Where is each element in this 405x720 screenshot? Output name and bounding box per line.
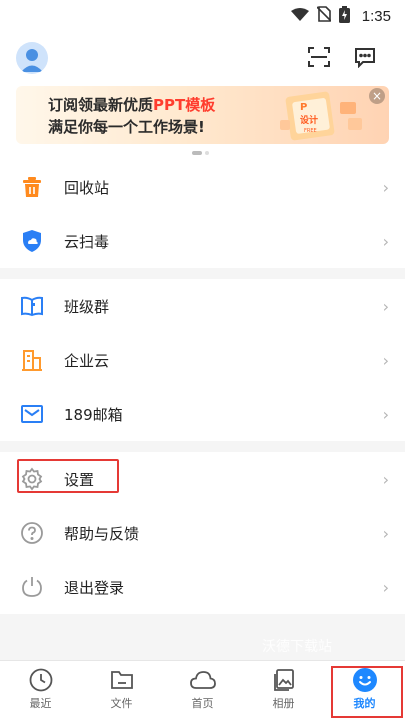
- svg-text:FREE: FREE: [304, 128, 317, 134]
- chevron-right-icon: ›: [382, 350, 389, 370]
- battery-icon: [338, 5, 350, 27]
- chevron-right-icon: ›: [382, 231, 389, 251]
- banner-section: 订阅领最新优质PPT模板 满足你每一个工作场景! P 设计 FREE ×: [0, 84, 405, 160]
- tab-recent[interactable]: 最近: [0, 661, 81, 720]
- cloud-icon: [189, 671, 216, 689]
- menu-item-recycle-bin[interactable]: 回收站 ›: [0, 160, 405, 214]
- banner-art-text: 设计: [300, 114, 318, 126]
- pager-dot: [205, 151, 209, 155]
- banner-highlight: PPT模板: [153, 96, 216, 114]
- user-avatar-icon: [21, 49, 43, 72]
- book-icon: [20, 294, 44, 318]
- profile-header: [0, 32, 405, 84]
- tab-mine[interactable]: 我的: [324, 661, 405, 720]
- menu-item-label: 设置: [64, 470, 95, 489]
- menu-item-label: 云扫毒: [64, 232, 110, 251]
- tab-label: 文件: [110, 697, 133, 710]
- watermark: 沃德下载站: [262, 639, 332, 655]
- chevron-right-icon: ›: [382, 404, 389, 424]
- menu-item-class-group[interactable]: 班级群 ›: [0, 279, 405, 333]
- recycle-bin-icon: [20, 175, 44, 199]
- album-icon: [273, 669, 294, 691]
- menu-item-logout[interactable]: 退出登录 ›: [0, 560, 405, 614]
- banner-line2: 满足你每一个工作场景!: [48, 118, 205, 136]
- wifi-icon: [290, 7, 309, 26]
- menu-item-label: 189邮箱: [64, 405, 123, 424]
- menu-group-3: 设置 › 帮助与反馈 › 退出登录 ›: [0, 452, 405, 614]
- banner-line1-text: 订阅领最新优质: [48, 96, 154, 114]
- message-icon[interactable]: [352, 44, 378, 70]
- mail-icon: [20, 402, 44, 426]
- svg-text:P: P: [300, 102, 307, 113]
- avatar[interactable]: [16, 42, 48, 74]
- tab-home[interactable]: 首页: [162, 661, 243, 720]
- building-icon: [20, 348, 44, 372]
- clock-time: 1:35: [361, 7, 391, 25]
- menu-item-help-feedback[interactable]: 帮助与反馈 ›: [0, 506, 405, 560]
- shield-icon: [20, 229, 44, 253]
- smiley-icon: [352, 668, 377, 692]
- chevron-right-icon: ›: [382, 469, 389, 489]
- chevron-right-icon: ›: [382, 296, 389, 316]
- tab-label: 我的: [353, 697, 376, 710]
- gear-icon: [20, 467, 44, 491]
- help-icon: [20, 521, 44, 545]
- banner-close-button[interactable]: ×: [369, 88, 385, 104]
- promo-banner[interactable]: 订阅领最新优质PPT模板 满足你每一个工作场景! P 设计 FREE ×: [16, 86, 389, 144]
- tab-label: 最近: [29, 697, 52, 710]
- clock-icon: [29, 668, 52, 692]
- menu-group-1: 回收站 › 云扫毒 ›: [0, 160, 405, 268]
- scan-icon[interactable]: [306, 44, 332, 70]
- no-sim-icon: [316, 6, 332, 26]
- banner-line1: 订阅领最新优质PPT模板: [48, 94, 215, 115]
- power-icon: [20, 575, 44, 599]
- chevron-right-icon: ›: [382, 177, 389, 197]
- status-bar: 1:35: [0, 0, 405, 32]
- chevron-right-icon: ›: [382, 523, 389, 543]
- menu-item-189-mail[interactable]: 189邮箱 ›: [0, 387, 405, 441]
- folder-icon: [110, 671, 133, 689]
- tab-label: 相册: [272, 697, 295, 710]
- menu-item-enterprise-cloud[interactable]: 企业云 ›: [0, 333, 405, 387]
- menu-item-label: 帮助与反馈: [64, 524, 140, 543]
- menu-item-label: 班级群: [64, 297, 110, 316]
- banner-pager: [192, 151, 209, 155]
- tab-album[interactable]: 相册: [243, 661, 324, 720]
- tab-label: 首页: [191, 697, 214, 710]
- bottom-tab-bar: 最近 文件 首页 相册 我的: [0, 660, 405, 720]
- pager-dot-active: [192, 151, 202, 155]
- tab-files[interactable]: 文件: [81, 661, 162, 720]
- menu-item-label: 退出登录: [64, 578, 125, 597]
- menu-item-cloud-antivirus[interactable]: 云扫毒 ›: [0, 214, 405, 268]
- menu-item-label: 回收站: [64, 178, 110, 197]
- menu-group-2: 班级群 › 企业云 › 189邮箱 ›: [0, 279, 405, 441]
- menu-item-settings[interactable]: 设置 ›: [0, 452, 405, 506]
- chevron-right-icon: ›: [382, 577, 389, 597]
- menu-item-label: 企业云: [64, 351, 110, 370]
- banner-illustration: P 设计 FREE: [280, 91, 362, 141]
